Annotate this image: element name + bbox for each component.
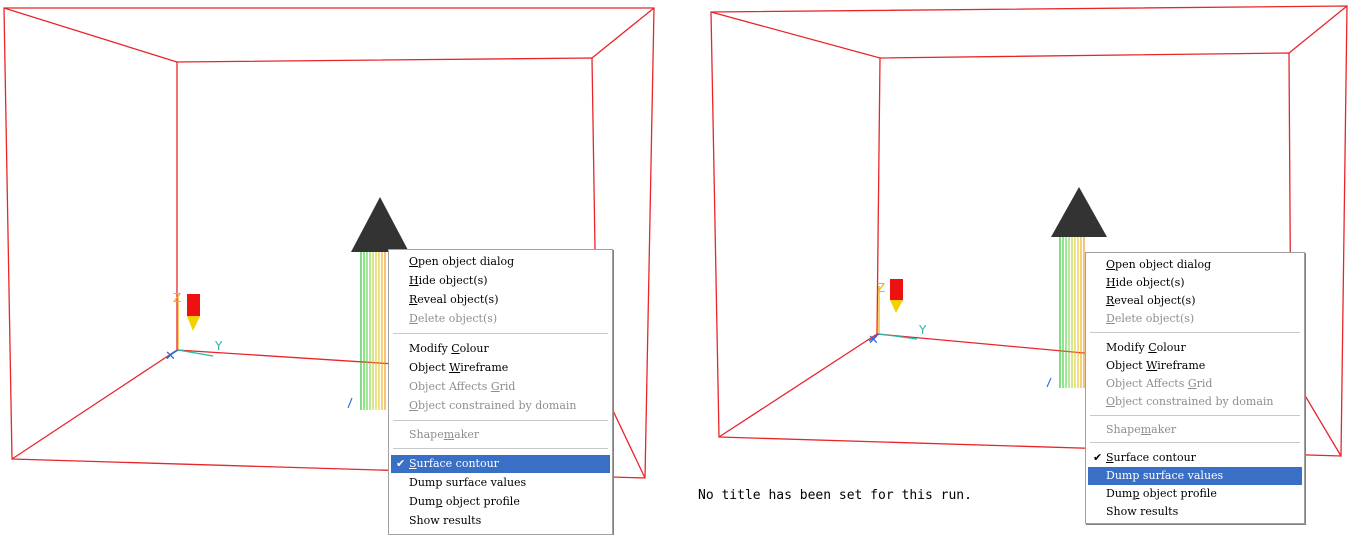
menu-separator: [393, 333, 608, 335]
menu-separator: [393, 448, 608, 450]
menu-item-reveal-objects[interactable]: Reveal object(s): [391, 291, 610, 309]
menu-item-object-wireframe[interactable]: Object Wireframe: [1088, 357, 1302, 375]
viewport-right[interactable]: Y Z ✕ Open object dialog Hide object(s) …: [697, 0, 1357, 535]
surface-contour-lines: [347, 252, 386, 410]
menu-item-dump-object-profile[interactable]: Dump object profile: [391, 493, 610, 511]
menu-item-show-results[interactable]: Show results: [391, 512, 610, 530]
menu-item-dump-surface-values[interactable]: Dump surface values: [1088, 467, 1302, 485]
menu-item-dump-object-profile[interactable]: Dump object profile: [1088, 485, 1302, 503]
context-menu-right: Open object dialog Hide object(s) Reveal…: [1085, 252, 1305, 524]
check-icon: ✔: [396, 457, 406, 470]
menu-item-label: Hide object(s): [1106, 276, 1185, 289]
axis-label-x: ✕: [165, 349, 176, 364]
menu-item-show-results[interactable]: Show results: [1088, 503, 1302, 521]
context-menu-left: Open object dialog Hide object(s) Reveal…: [388, 249, 613, 535]
menu-item-label: Dump surface values: [409, 476, 527, 489]
axis-label-y: Y: [918, 323, 927, 337]
menu-separator: [1090, 442, 1300, 444]
menu-item-object-affects-grid[interactable]: Object Affects Grid: [391, 378, 610, 396]
axis-label-y: Y: [214, 339, 223, 353]
menu-separator: [1090, 332, 1300, 334]
menu-item-object-wireframe[interactable]: Object Wireframe: [391, 359, 610, 377]
menu-item-modify-colour[interactable]: Modify Colour: [1088, 339, 1302, 357]
check-icon: ✔: [1093, 451, 1103, 464]
menu-separator: [1090, 415, 1300, 417]
source-object[interactable]: [187, 294, 200, 331]
axis-label-x: ✕: [868, 333, 879, 348]
menu-item-dump-surface-values[interactable]: Dump surface values: [391, 474, 610, 492]
menu-item-label: Surface contour: [409, 457, 499, 470]
menu-item-surface-contour[interactable]: ✔ Surface contour: [1088, 449, 1302, 467]
menu-item-label: Object Affects Grid: [1106, 377, 1213, 390]
menu-item-label: Object constrained by domain: [409, 399, 577, 412]
menu-item-label: Modify Colour: [1106, 341, 1186, 354]
source-object[interactable]: [890, 279, 903, 313]
menu-item-label: Reveal object(s): [1106, 294, 1196, 307]
menu-item-label: Reveal object(s): [409, 293, 499, 306]
arrow-head: [351, 197, 409, 252]
menu-item-label: Show results: [409, 514, 482, 527]
menu-item-hide-objects[interactable]: Hide object(s): [391, 272, 610, 290]
menu-item-label: Dump surface values: [1106, 469, 1224, 482]
menu-separator: [393, 420, 608, 422]
menu-item-label: Open object dialog: [1106, 258, 1212, 271]
menu-item-label: Surface contour: [1106, 451, 1196, 464]
menu-item-shapemaker[interactable]: Shapemaker: [1088, 421, 1302, 439]
menu-item-label: Object Wireframe: [409, 361, 509, 374]
menu-item-label: Shapemaker: [1106, 423, 1177, 436]
menu-item-label: Dump object profile: [409, 495, 520, 508]
menu-item-label: Shapemaker: [409, 428, 480, 441]
menu-item-object-affects-grid[interactable]: Object Affects Grid: [1088, 375, 1302, 393]
menu-item-label: Object constrained by domain: [1106, 395, 1274, 408]
menu-item-object-constrained-by-domain[interactable]: Object constrained by domain: [391, 397, 610, 415]
menu-item-shapemaker[interactable]: Shapemaker: [391, 426, 610, 444]
viewport-left[interactable]: Y Z ✕ Open object dialog Hide object(s) …: [0, 0, 660, 535]
menu-item-label: Delete object(s): [409, 312, 498, 325]
run-title-message: No title has been set for this run.: [698, 488, 972, 503]
menu-item-open-object-dialog[interactable]: Open object dialog: [1088, 256, 1302, 274]
axis-label-z: Z: [877, 281, 885, 295]
menu-item-label: Show results: [1106, 505, 1179, 518]
menu-item-label: Delete object(s): [1106, 312, 1195, 325]
menu-item-surface-contour[interactable]: ✔ Surface contour: [391, 455, 610, 473]
menu-item-object-constrained-by-domain[interactable]: Object constrained by domain: [1088, 393, 1302, 411]
menu-item-hide-objects[interactable]: Hide object(s): [1088, 274, 1302, 292]
menu-item-label: Open object dialog: [409, 255, 515, 268]
surface-contour-lines: [1046, 237, 1085, 388]
menu-item-open-object-dialog[interactable]: Open object dialog: [391, 253, 610, 271]
menu-item-delete-objects[interactable]: Delete object(s): [1088, 310, 1302, 328]
menu-item-label: Dump object profile: [1106, 487, 1217, 500]
menu-item-reveal-objects[interactable]: Reveal object(s): [1088, 292, 1302, 310]
menu-item-label: Modify Colour: [409, 342, 489, 355]
menu-item-label: Hide object(s): [409, 274, 488, 287]
axis-label-z: Z: [173, 291, 181, 305]
menu-item-modify-colour[interactable]: Modify Colour: [391, 340, 610, 358]
arrow-head: [1051, 187, 1107, 237]
menu-item-label: Object Affects Grid: [409, 380, 516, 393]
menu-item-label: Object Wireframe: [1106, 359, 1206, 372]
menu-item-delete-objects[interactable]: Delete object(s): [391, 310, 610, 328]
